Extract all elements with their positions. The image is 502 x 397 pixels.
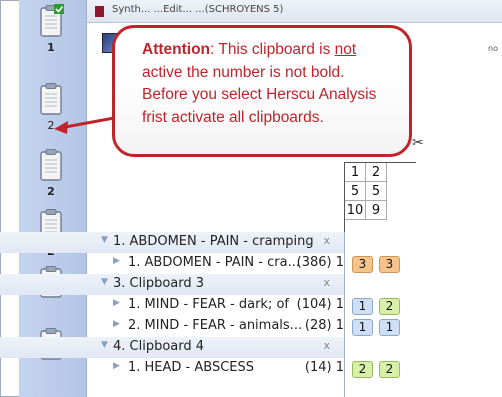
grade-box[interactable]: 1 <box>379 319 400 336</box>
callout-line-1: Attention: This clipboard is not <box>142 39 412 62</box>
grade-box[interactable]: 1 <box>352 298 373 315</box>
callout-line-3: Before you select Herscu Analysis <box>142 86 377 103</box>
callout-line-4: frist activate all clipboards. <box>142 108 324 126</box>
callout-line1-rest: : This clipboard is <box>210 41 335 58</box>
grade-box[interactable]: 2 <box>379 361 400 378</box>
callout-underlined: not <box>334 41 357 58</box>
callout-prefix: Attention <box>142 41 211 58</box>
callout-line-2: active the number is not bold. <box>142 63 345 81</box>
grade-box[interactable]: 1 <box>352 319 373 336</box>
grade-box[interactable]: 3 <box>352 256 373 273</box>
grade-box[interactable]: 2 <box>352 361 373 378</box>
callout-text: Attention: This clipboard is not active … <box>142 39 412 129</box>
grade-box[interactable]: 2 <box>379 298 400 315</box>
grade-box[interactable]: 3 <box>379 256 400 273</box>
